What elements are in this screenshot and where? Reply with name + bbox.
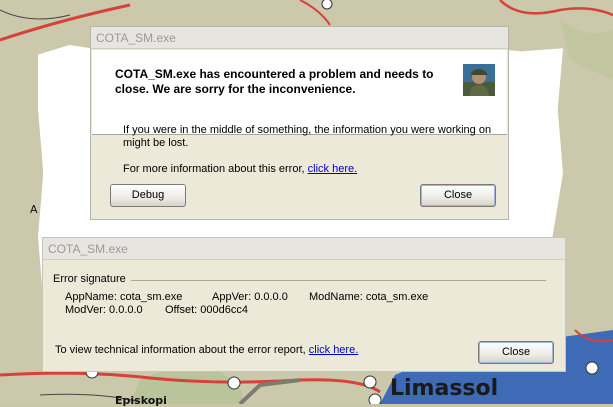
error-dialog-main: COTA_SM.exe COTA_SM.exe has encountered … — [90, 26, 509, 220]
more-info-prefix: For more information about this error, — [123, 163, 308, 175]
map-label-limassol: Limassol — [390, 376, 499, 401]
sig-offset: Offset: 000d6cc4 — [165, 304, 248, 316]
more-info-link[interactable]: click here. — [308, 163, 358, 175]
map-label-episkopi: Episkopi — [115, 394, 167, 407]
more-info-text: For more information about this error, c… — [123, 163, 357, 175]
tech-info-prefix: To view technical information about the … — [55, 344, 309, 356]
close-button-details[interactable]: Close — [478, 341, 554, 364]
tech-info-text: To view technical information about the … — [55, 344, 358, 356]
soldier-icon — [463, 64, 495, 96]
sig-appname: AppName: cota_sm.exe — [65, 291, 183, 303]
details-title-bar[interactable]: COTA_SM.exe — [43, 238, 565, 260]
dialog-title-bar[interactable]: COTA_SM.exe — [91, 27, 508, 49]
sig-modver: ModVer: 0.0.0.0 — [65, 304, 143, 316]
map-label-a: A — [30, 203, 38, 216]
error-dialog-details: COTA_SM.exe Error signature AppName: cot… — [42, 237, 566, 372]
body-text-line2: might be lost. — [123, 137, 189, 149]
error-heading-line1: COTA_SM.exe has encountered a problem an… — [115, 67, 434, 81]
error-heading-line2: close. We are sorry for the inconvenienc… — [115, 82, 356, 96]
close-button-main[interactable]: Close — [420, 184, 496, 207]
error-signature-label: Error signature — [53, 273, 126, 285]
group-divider — [131, 280, 546, 281]
body-text-line1: If you were in the middle of something, … — [123, 124, 492, 136]
sig-appver: AppVer: 0.0.0.0 — [212, 291, 288, 303]
tech-info-link[interactable]: click here. — [309, 344, 359, 356]
sig-modname: ModName: cota_sm.exe — [309, 291, 429, 303]
dialog-header-panel: COTA_SM.exe has encountered a problem an… — [92, 50, 507, 135]
debug-button[interactable]: Debug — [110, 184, 186, 207]
